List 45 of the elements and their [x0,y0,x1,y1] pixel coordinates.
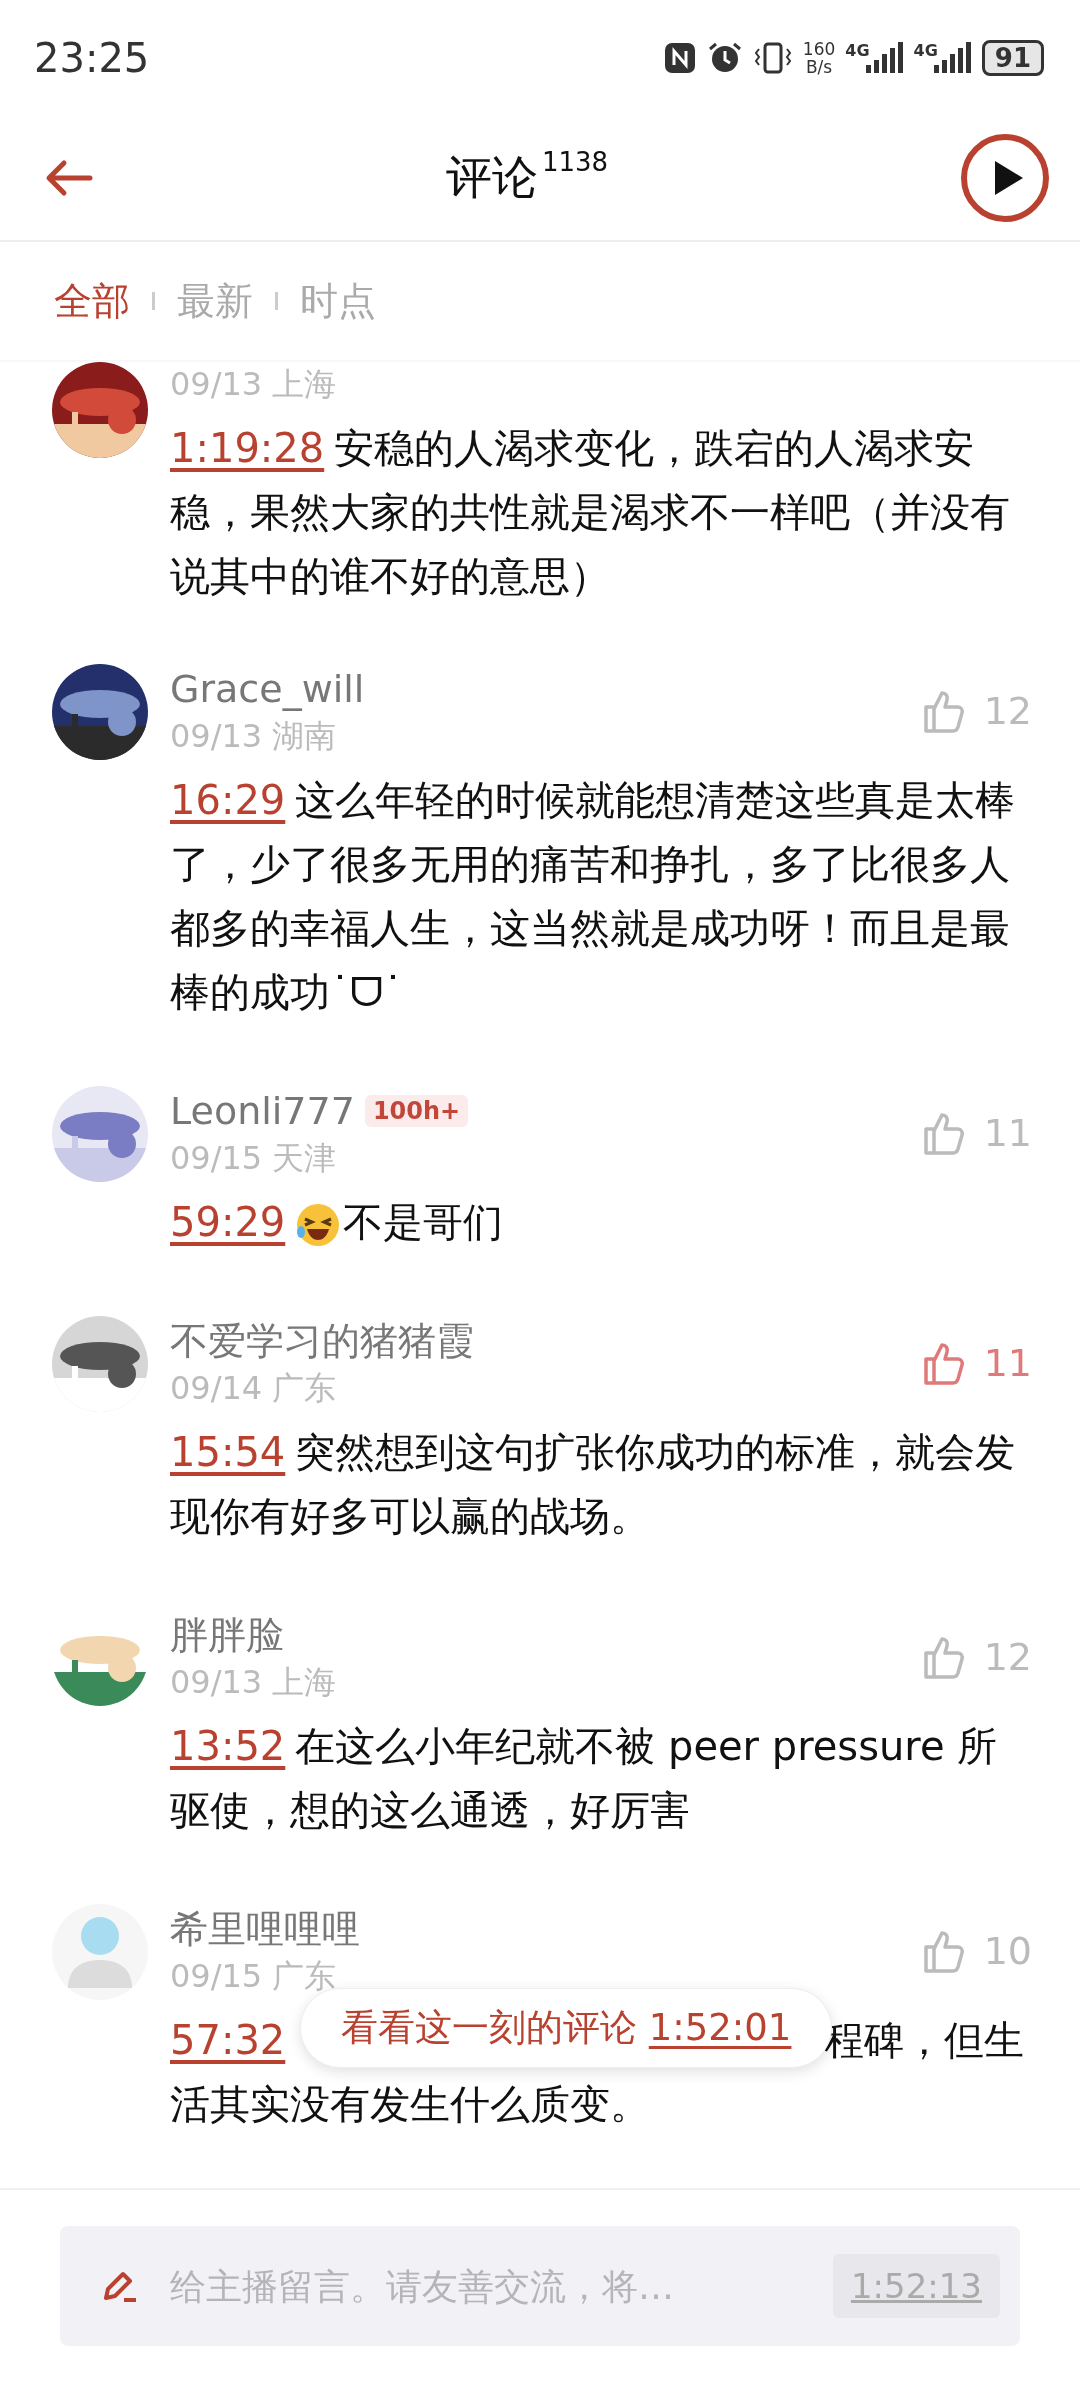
like-count: 12 [983,1635,1032,1679]
default-avatar-icon [52,1904,148,2000]
video-timestamp-link[interactable]: 16:29 [170,777,286,823]
filter-tab[interactable]: 全部 [54,275,130,327]
video-timestamp-link[interactable]: 15:54 [170,1429,286,1475]
back-arrow-icon[interactable] [44,157,94,198]
comment-date: 09/13 上海 [170,364,337,405]
comment-text: 16:29 这么年轻的时候就能想清楚这些真是太棒了，少了很多无用的痛苦和挣扎，多了比很多人都多的幸福人生，这当然就是成功呀！而且是最棒的成功˙ᗜ˙ [170,776,1017,1017]
net-speed-unit: B/s [805,57,833,76]
comment-text: 13:52 在这么小年纪就不被 peer pressure 所驱使，想的这么通透，好厉害 [170,1722,999,1835]
comment-date: 09/13 湖南 [170,716,338,757]
battery-indicator: 91 [981,39,1044,76]
like-count: 11 [983,1341,1032,1385]
like-count: 12 [983,689,1032,733]
filter-tab[interactable]: 最新 [177,275,253,327]
comment-text: 59:29 不是哥们 [170,1190,1036,1254]
net-speed: 160 [802,39,836,58]
comment-date: 09/14 广东 [170,1368,338,1409]
video-timestamp-link[interactable]: 1:19:28 [170,425,325,471]
vibrate-icon [752,40,793,75]
comment-text: 15:54 突然想到这句扩张你成功的标准，就会发现你有好多可以赢的战场。 [170,1428,1017,1541]
alarm-icon [706,40,743,75]
user-name[interactable]: Grace_will [170,664,365,714]
comment-count: 1138 [541,146,609,177]
comment-date: 09/13 上海 [170,1662,337,1703]
network-type: 4G [845,40,870,60]
comment-text: 活其实没有发生什么质变。 [170,2081,650,2127]
user-name[interactable]: 希里哩哩哩 [170,1904,360,1954]
like-count: 10 [983,1929,1032,1973]
video-timestamp-link[interactable]: 13:52 [170,1723,286,1769]
page-title: 评论 [445,148,538,206]
user-name[interactable]: Leonli777 [170,1086,355,1136]
status-time: 23:25 [34,34,150,81]
user-name[interactable]: 胖胖脸 [170,1610,284,1660]
nfc-icon [662,40,697,75]
play-icon[interactable] [960,132,1050,223]
comment-date: 09/15 天津 [170,1138,338,1179]
comment-text: 1:19:28 安稳的人渴求变化，跌宕的人渴求安稳，果然大家的共性就是渴求不一样吧（并没有说其中的谁不好的意思） [170,424,1011,601]
like-count: 11 [983,1111,1032,1155]
user-name[interactable]: 不爱学习的猪猪霞 [170,1316,474,1366]
watch-time-badge: 100h+ [364,1095,469,1127]
video-timestamp-link[interactable]: 59:29 [170,1199,286,1245]
filter-tab[interactable]: 时点 [300,275,376,327]
network-type: 4G [913,40,938,60]
video-timestamp-link[interactable]: 57:32 [170,2008,286,2072]
